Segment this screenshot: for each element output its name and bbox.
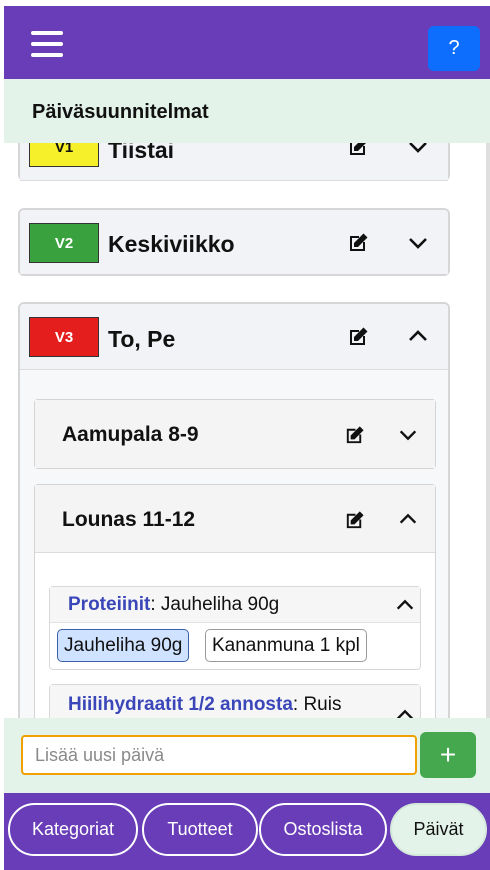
page-title: Päiväsuunnitelmat bbox=[32, 101, 209, 123]
meal-header[interactable]: Lounas 11-12 bbox=[35, 485, 435, 553]
meal-card-aamupala: Aamupala 8-9 bbox=[34, 399, 436, 469]
category-value: : Jauheliha 90g bbox=[150, 594, 280, 615]
day-name: Keskiviikko bbox=[108, 231, 235, 257]
category-card-proteiinit: Proteiinit: Jauheliha 90g Jauheliha 90g … bbox=[49, 586, 421, 670]
day-header[interactable]: V2 Keskiviikko bbox=[20, 210, 448, 274]
top-bar: ? bbox=[4, 6, 490, 79]
bottom-nav: Kategoriat Tuotteet Ostoslista Päivät bbox=[4, 793, 490, 870]
day-card-keskiviikko: V2 Keskiviikko bbox=[18, 208, 450, 276]
day-badge: V2 bbox=[29, 223, 99, 263]
chevron-up-icon[interactable] bbox=[394, 594, 416, 616]
new-day-input[interactable] bbox=[21, 735, 417, 775]
category-name: Proteiinit bbox=[68, 594, 151, 615]
category-header[interactable]: Hiilihydraatit 1/2 annosta: Ruis bbox=[50, 685, 420, 718]
category-line: Hiilihydraatit 1/2 annosta: Ruis bbox=[68, 694, 341, 716]
day-name: To, Pe bbox=[108, 326, 176, 352]
nav-paivat[interactable]: Päivät bbox=[390, 803, 487, 856]
nav-kategoriat[interactable]: Kategoriat bbox=[8, 803, 138, 856]
chevron-up-icon[interactable] bbox=[394, 704, 416, 718]
day-card-tiistai: V1 Tiistai bbox=[18, 143, 450, 181]
product-chip[interactable]: Kananmuna 1 kpl bbox=[205, 629, 367, 662]
edit-icon[interactable] bbox=[343, 509, 366, 532]
nav-ostoslista[interactable]: Ostoslista bbox=[259, 803, 387, 856]
product-chip[interactable]: Jauheliha 90g bbox=[57, 629, 190, 662]
add-day-bar: + bbox=[4, 718, 490, 793]
day-card-to-pe: V3 To, Pe Aamupala 8-9 Lounas 11-12 Prot… bbox=[18, 302, 450, 718]
category-value: : Ruis bbox=[292, 694, 342, 715]
chevron-down-icon[interactable] bbox=[406, 231, 430, 255]
day-name: Tiistai bbox=[108, 143, 175, 163]
day-badge: V1 bbox=[29, 143, 99, 167]
nav-tuotteet[interactable]: Tuotteet bbox=[142, 803, 258, 856]
category-name: Hiilihydraatit 1/2 annosta bbox=[68, 694, 293, 715]
day-badge: V3 bbox=[29, 317, 99, 357]
category-line: Proteiinit: Jauheliha 90g bbox=[68, 594, 279, 616]
edit-icon[interactable] bbox=[343, 424, 366, 447]
category-header[interactable]: Proteiinit: Jauheliha 90g bbox=[50, 587, 420, 623]
meal-name: Aamupala 8-9 bbox=[62, 423, 199, 446]
day-header[interactable]: V3 To, Pe bbox=[20, 304, 448, 370]
menu-icon[interactable] bbox=[31, 31, 63, 57]
chevron-up-icon[interactable] bbox=[397, 508, 419, 530]
add-day-button[interactable]: + bbox=[420, 732, 476, 778]
day-header[interactable]: V1 Tiistai bbox=[20, 143, 448, 181]
meal-header[interactable]: Aamupala 8-9 bbox=[35, 400, 435, 468]
help-button[interactable]: ? bbox=[428, 26, 480, 71]
chevron-down-icon[interactable] bbox=[397, 424, 419, 446]
scrollbar[interactable] bbox=[486, 143, 490, 718]
meal-card-lounas: Lounas 11-12 Proteiinit: Jauheliha 90g J… bbox=[34, 484, 436, 718]
category-card-hiilihydraatit: Hiilihydraatit 1/2 annosta: Ruis bbox=[49, 684, 421, 718]
edit-icon[interactable] bbox=[346, 325, 370, 349]
edit-icon[interactable] bbox=[346, 143, 370, 159]
page-header: Päiväsuunnitelmat bbox=[4, 79, 490, 143]
meal-name: Lounas 11-12 bbox=[62, 508, 196, 531]
chevron-up-icon[interactable] bbox=[406, 324, 430, 348]
day-plan-list[interactable]: V1 Tiistai V2 Keskiviikko V3 To, Pe Aamu… bbox=[4, 143, 490, 718]
edit-icon[interactable] bbox=[346, 231, 370, 255]
chevron-down-icon[interactable] bbox=[406, 143, 430, 159]
